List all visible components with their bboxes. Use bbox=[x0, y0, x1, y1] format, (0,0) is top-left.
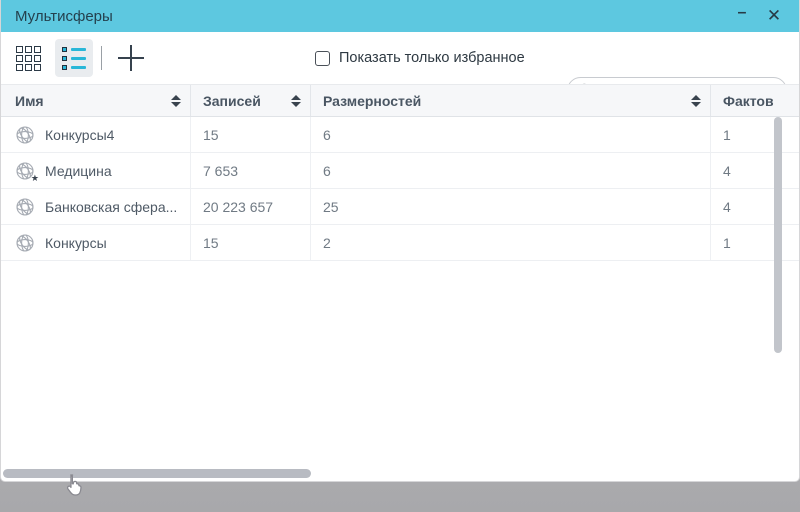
column-header-records[interactable]: Записей bbox=[191, 85, 311, 116]
window-title: Мультисферы bbox=[15, 8, 113, 25]
plus-icon bbox=[118, 45, 144, 71]
list-view-icon bbox=[62, 47, 86, 70]
vertical-scrollbar[interactable] bbox=[774, 117, 782, 353]
toolbar-divider bbox=[101, 46, 102, 70]
grid-view-button[interactable] bbox=[9, 39, 47, 77]
column-header-name[interactable]: Имя bbox=[1, 85, 191, 116]
mouse-cursor-icon bbox=[60, 472, 88, 500]
sort-icon bbox=[171, 95, 181, 107]
sort-icon bbox=[291, 95, 301, 107]
column-header-dimensions[interactable]: Размерностей bbox=[311, 85, 711, 116]
app-window: Мультисферы – ✕ Показать только избранн bbox=[0, 0, 800, 482]
sphere-icon: ★ bbox=[15, 197, 35, 217]
favorites-checkbox[interactable] bbox=[315, 51, 330, 66]
table-row[interactable]: ★ Конкурсы4 15 6 1 bbox=[1, 117, 799, 153]
grid-view-icon bbox=[16, 46, 41, 71]
table-row[interactable]: ★ Банковская сфера... 20 223 657 25 4 bbox=[1, 189, 799, 225]
favorites-filter: Показать только избранное bbox=[315, 50, 525, 66]
sort-icon bbox=[691, 95, 701, 107]
sphere-icon: ★ bbox=[15, 233, 35, 253]
table-header: Имя Записей Размерностей Фактов bbox=[1, 84, 799, 117]
toolbar: Показать только избранное Поиск bbox=[1, 32, 799, 84]
title-bar: Мультисферы – ✕ bbox=[1, 0, 799, 32]
add-button[interactable] bbox=[112, 39, 150, 77]
table-row[interactable]: ★ Медицина 7 653 6 4 bbox=[1, 153, 799, 189]
minimize-button[interactable]: – bbox=[725, 0, 759, 32]
multisphere-table: Имя Записей Размерностей Фактов bbox=[1, 84, 799, 261]
close-button[interactable]: ✕ bbox=[757, 0, 791, 32]
table-row[interactable]: ★ Конкурсы 15 2 1 bbox=[1, 225, 799, 261]
favorites-checkbox-label: Показать только избранное bbox=[339, 50, 525, 66]
horizontal-scrollbar[interactable] bbox=[3, 469, 311, 478]
list-view-button[interactable] bbox=[55, 39, 93, 77]
sphere-icon: ★ bbox=[15, 125, 35, 145]
sphere-icon: ★ bbox=[15, 161, 35, 181]
column-header-facts[interactable]: Фактов bbox=[711, 85, 799, 116]
favorite-star-icon: ★ bbox=[31, 173, 39, 184]
